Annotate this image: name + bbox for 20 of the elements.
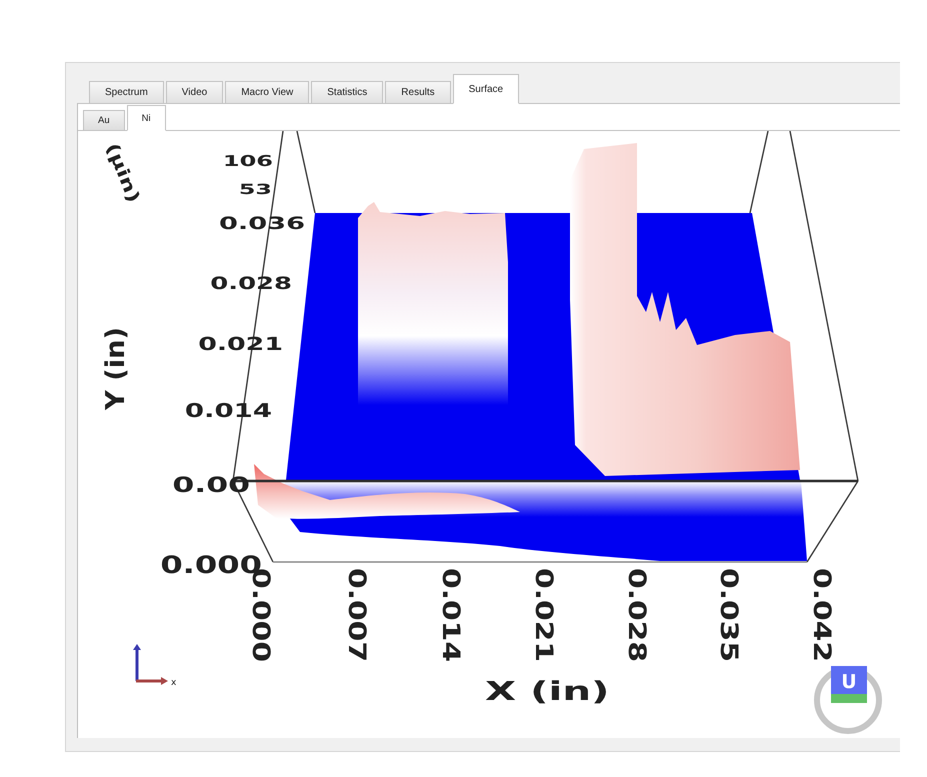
axis-tick-label: 0.042 — [808, 568, 836, 662]
axis-tick-label: 0.021 — [530, 568, 558, 662]
axis-tick-label: 0.028 — [622, 568, 650, 662]
sub-tab[interactable]: Ni — [126, 105, 166, 131]
axis-title: X (in) — [485, 676, 610, 706]
tab[interactable]: Macro View — [225, 81, 310, 104]
axis-tick-label: 53 — [238, 181, 272, 198]
axis-title: Y (in) — [100, 327, 131, 410]
tab[interactable]: Statistics — [311, 81, 384, 104]
tab[interactable]: Surface — [452, 74, 520, 104]
tab[interactable]: Video — [166, 81, 224, 104]
axis-tick-label: 106 — [222, 152, 273, 170]
axis-tick-label: 0.007 — [342, 568, 370, 662]
sub-tab[interactable]: Au — [83, 110, 125, 131]
axis-tick-label: 0.014 — [436, 568, 464, 662]
axis-tick-label: 0.035 — [714, 568, 742, 662]
tab[interactable]: Spectrum — [89, 81, 164, 104]
tab[interactable]: Results — [385, 81, 451, 104]
axis-triad-icon — [133, 644, 168, 685]
axis-label: x — [171, 678, 176, 688]
